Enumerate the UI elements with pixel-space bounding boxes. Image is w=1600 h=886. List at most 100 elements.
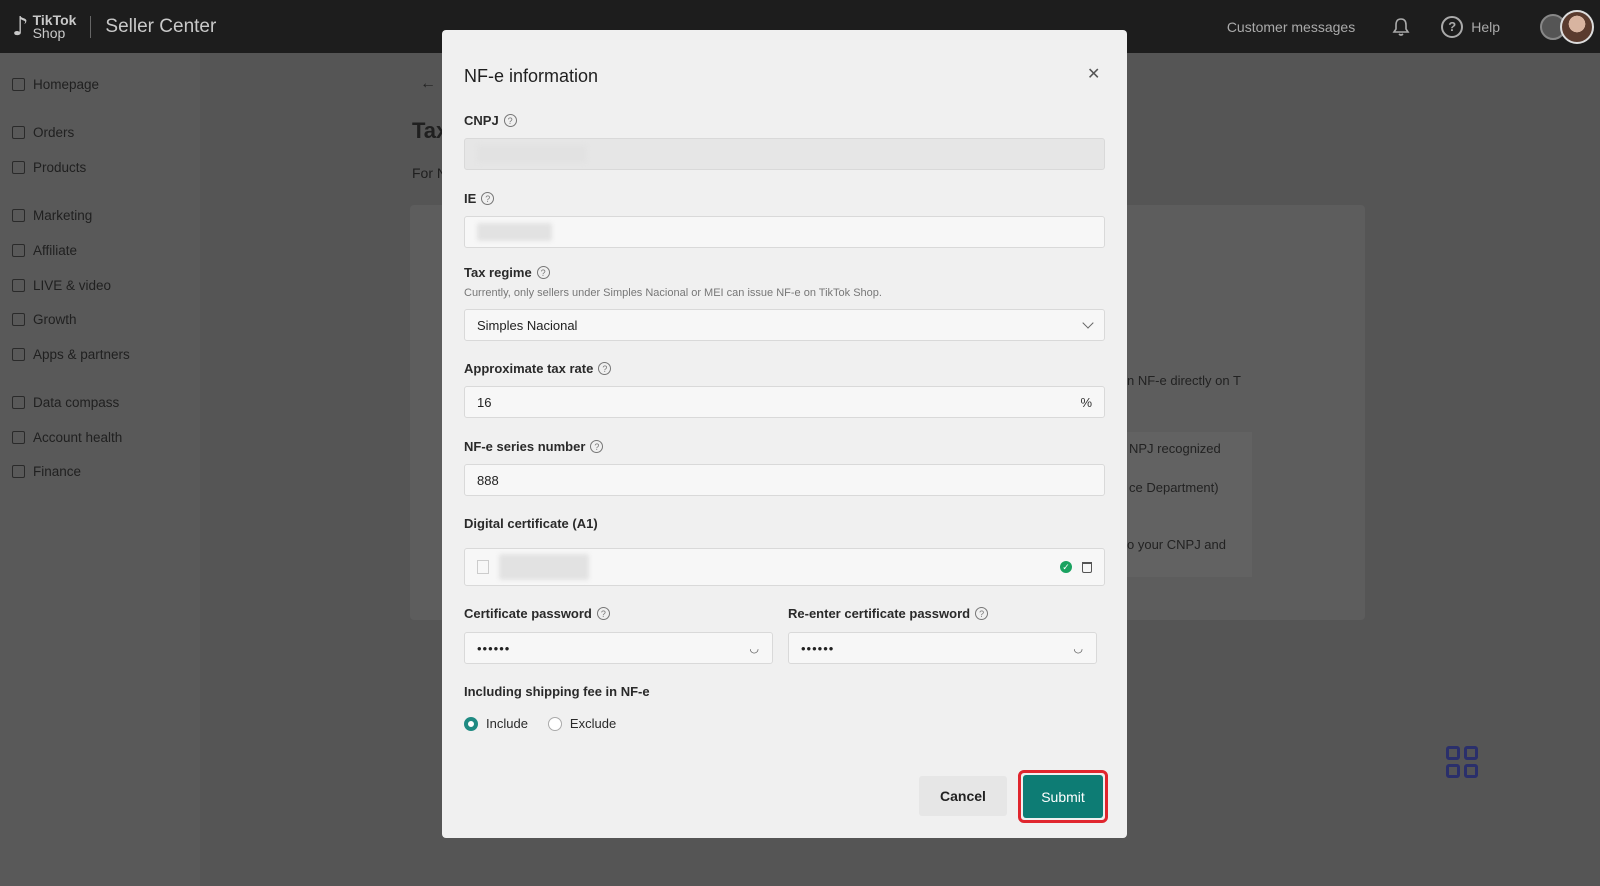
sidebar-item-label: Account health <box>33 430 123 445</box>
box-icon <box>12 161 25 174</box>
video-icon <box>12 279 25 292</box>
sidebar-item-apps-partners[interactable]: Apps & partners <box>12 347 130 362</box>
include-label[interactable]: Include <box>486 716 528 731</box>
tax-rate-label: Approximate tax rate? <box>464 361 612 376</box>
sidebar-item-label: Growth <box>33 312 77 327</box>
tax-rate-value: 16 <box>477 394 492 410</box>
sidebar-item-label: Orders <box>33 125 75 140</box>
certificate-label: Digital certificate (A1) <box>464 516 598 531</box>
sidebar-item-label: Finance <box>33 464 82 479</box>
brand-divider <box>90 15 92 38</box>
shipping-fee-label-text: Including shipping fee in NF-e <box>464 684 650 699</box>
sidebar-item-finance[interactable]: Finance <box>12 464 81 479</box>
submit-button[interactable]: Submit <box>1023 775 1103 818</box>
sidebar-item-products[interactable]: Products <box>12 160 86 175</box>
tax-regime-value: Simples Nacional <box>477 317 578 333</box>
sidebar-item-orders[interactable]: Orders <box>12 125 74 140</box>
redacted-filename <box>499 554 589 580</box>
shipping-fee-options: Include Exclude <box>464 716 616 731</box>
sidebar-item-growth[interactable]: Growth <box>12 312 77 327</box>
chevron-down-icon <box>1082 317 1094 329</box>
redacted-value <box>477 223 552 241</box>
check-circle-icon: ✓ <box>1060 561 1072 573</box>
exclude-radio[interactable] <box>547 716 562 731</box>
help-label: Help <box>1471 18 1500 35</box>
ie-label-text: IE <box>464 191 477 206</box>
app-title: Seller Center <box>105 15 217 37</box>
help-icon[interactable]: ? <box>598 362 612 375</box>
shipping-fee-label: Including shipping fee in NF-e <box>464 684 650 699</box>
series-number-input[interactable]: 888 <box>464 464 1105 496</box>
trash-icon[interactable] <box>1082 561 1092 573</box>
file-icon <box>477 560 489 574</box>
series-number-label: NF-e series number? <box>464 439 604 454</box>
tax-rate-label-text: Approximate tax rate <box>464 361 594 376</box>
sidebar-item-affiliate[interactable]: Affiliate <box>12 243 77 258</box>
tax-regime-select[interactable]: Simples Nacional <box>464 309 1105 341</box>
series-number-label-text: NF-e series number <box>464 439 586 454</box>
cert-password-label-text: Certificate password <box>464 606 592 621</box>
cnpj-field <box>464 138 1105 170</box>
sidebar: Homepage Orders Products Marketing Affil… <box>0 53 200 886</box>
cert-password-reenter-input[interactable]: •••••• ◡ <box>788 632 1097 664</box>
cert-password-input[interactable]: •••••• ◡ <box>464 632 773 664</box>
redacted-value <box>477 145 587 163</box>
help-icon[interactable]: ? <box>536 266 550 279</box>
sidebar-item-homepage[interactable]: Homepage <box>12 77 99 92</box>
sidebar-item-label: Marketing <box>33 208 93 223</box>
eye-closed-icon[interactable]: ◡ <box>1073 642 1084 655</box>
exclude-label[interactable]: Exclude <box>570 716 616 731</box>
modal-title: NF-e information <box>464 66 599 86</box>
tax-regime-hint: Currently, only sellers under Simples Na… <box>464 287 882 299</box>
customer-messages-link[interactable]: Customer messages <box>1207 19 1375 35</box>
sidebar-item-marketing[interactable]: Marketing <box>12 208 92 223</box>
help-icon[interactable]: ? <box>590 440 604 453</box>
help-icon[interactable]: ? <box>975 607 989 620</box>
clipboard-icon <box>12 126 25 139</box>
trophy-icon <box>12 431 25 444</box>
back-arrow-icon[interactable]: ← <box>420 75 436 93</box>
apps-icon <box>12 348 25 361</box>
background-note: o your CNPJ and <box>1127 537 1226 552</box>
user-avatar <box>1560 9 1594 44</box>
sidebar-item-label: Homepage <box>33 77 100 92</box>
sidebar-item-account-health[interactable]: Account health <box>12 430 122 445</box>
bell-icon[interactable] <box>1391 17 1411 37</box>
cert-password-reenter-label: Re-enter certificate password? <box>788 606 989 621</box>
eye-closed-icon[interactable]: ◡ <box>749 642 760 655</box>
wallet-icon <box>12 465 25 478</box>
help-button[interactable]: ? Help <box>1441 15 1500 38</box>
medal-icon <box>12 313 25 326</box>
help-icon: ? <box>1441 15 1464 38</box>
include-radio[interactable] <box>464 716 478 731</box>
brand[interactable]: ♪ TikTok Shop Seller Center <box>0 13 217 40</box>
help-icon[interactable]: ? <box>481 192 495 205</box>
tiktok-shop-logo: ♪ TikTok Shop <box>12 13 76 40</box>
users-icon <box>12 244 25 257</box>
background-note: n NF-e directly on T <box>1127 373 1241 388</box>
close-icon[interactable]: ✕ <box>1087 64 1100 84</box>
tax-rate-input[interactable]: 16% <box>464 386 1105 418</box>
submit-button-highlight: Submit <box>1018 770 1108 823</box>
megaphone-icon <box>12 209 25 222</box>
help-icon[interactable]: ? <box>503 114 517 127</box>
sidebar-item-label: Affiliate <box>33 243 78 258</box>
home-icon <box>12 78 25 91</box>
account-avatars[interactable] <box>1540 9 1596 44</box>
background-note: ce Department) <box>1129 480 1219 495</box>
certificate-file[interactable]: ✓ <box>464 548 1105 586</box>
sidebar-item-data-compass[interactable]: Data compass <box>12 395 119 410</box>
cancel-button[interactable]: Cancel <box>919 776 1007 816</box>
series-number-value: 888 <box>477 472 499 488</box>
ie-field[interactable] <box>464 216 1105 248</box>
grid-menu-icon[interactable] <box>1446 746 1478 778</box>
cert-password-reenter-value: •••••• <box>801 640 835 656</box>
nfe-information-modal: NF-e information ✕ CNPJ? IE? Tax regime?… <box>442 30 1127 838</box>
tax-regime-label-text: Tax regime <box>464 265 532 280</box>
tax-regime-label: Tax regime? <box>464 265 550 280</box>
help-icon[interactable]: ? <box>596 607 610 620</box>
chart-icon <box>12 396 25 409</box>
sidebar-item-live-video[interactable]: LIVE & video <box>12 278 111 293</box>
background-note: NPJ recognized <box>1129 441 1221 456</box>
percent-suffix: % <box>1080 394 1092 410</box>
